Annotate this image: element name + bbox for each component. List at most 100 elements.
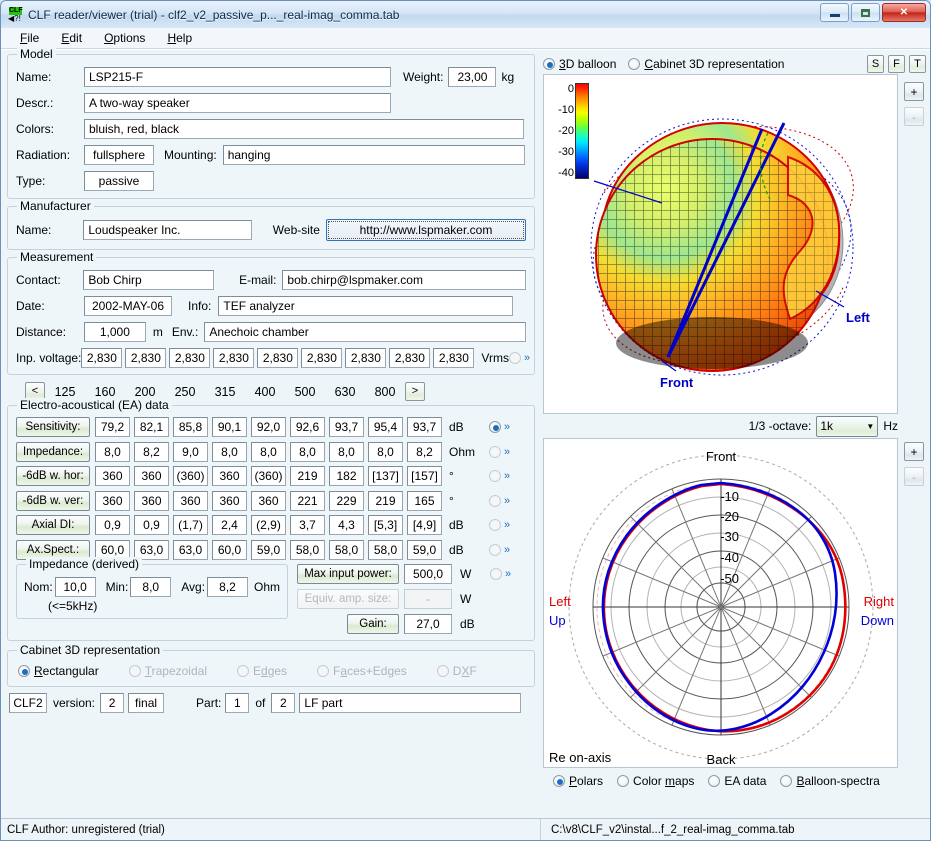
ea-row-radio[interactable] [489, 421, 501, 433]
ea-cell[interactable]: 63,0 [173, 539, 208, 560]
ea-row-button[interactable]: Axial DI: [16, 515, 90, 535]
ea-cell[interactable]: 92,0 [251, 417, 286, 437]
menu-file[interactable]: File [9, 28, 50, 49]
ea-cell[interactable]: 8,0 [95, 441, 130, 462]
model-mounting-input[interactable]: hanging [222, 145, 525, 165]
ea-row-expand-icon[interactable]: » [504, 446, 510, 458]
ea-cell[interactable]: 82,1 [134, 417, 169, 437]
ea-cell[interactable]: 8,2 [407, 441, 442, 462]
balloon-zoom-out-button[interactable]: - [904, 107, 924, 126]
ea-cell[interactable]: 59,0 [251, 539, 286, 560]
bottom-mode-color-maps[interactable]: Color maps [617, 774, 694, 788]
imp-avg-input[interactable]: 8,2 [207, 577, 248, 597]
minimize-button[interactable] [820, 3, 849, 22]
frequency-band[interactable]: 500 [285, 385, 325, 399]
frequency-band[interactable]: 315 [205, 385, 245, 399]
ea-cell[interactable]: 85,8 [173, 417, 208, 437]
ea-cell[interactable]: 182 [329, 466, 364, 486]
frequency-band[interactable]: 125 [45, 385, 85, 399]
ea-cell[interactable]: 0,9 [134, 515, 169, 535]
voltage-cell[interactable]: 2,830 [257, 348, 299, 368]
menu-help[interactable]: Help [156, 28, 203, 49]
gain-button[interactable]: Gain: [347, 614, 399, 634]
voltage-radio[interactable] [508, 352, 521, 364]
ea-row-radio[interactable] [489, 543, 501, 556]
ea-cell[interactable]: (360) [251, 466, 286, 486]
ea-cell[interactable]: 0,9 [95, 515, 130, 535]
polar-zoom-in-button[interactable]: + [904, 442, 924, 461]
octave-select[interactable]: 1k ▼ [816, 415, 879, 437]
ea-cell[interactable]: [137] [368, 466, 403, 486]
meas-env-input[interactable]: Anechoic chamber [204, 322, 526, 342]
balloon-zoom-in-button[interactable]: + [904, 82, 924, 101]
model-name-input[interactable]: LSP215-F [84, 67, 391, 87]
maximize-button[interactable] [851, 3, 880, 22]
ea-cell[interactable]: 79,2 [95, 417, 130, 437]
bottom-mode-dot[interactable] [553, 775, 565, 787]
ea-cell[interactable]: 360 [173, 490, 208, 511]
gain-input[interactable]: 27,0 [404, 614, 452, 634]
ea-cell[interactable]: 360 [212, 466, 247, 486]
mfr-website-link[interactable]: http://www.lspmaker.com [325, 219, 526, 241]
meas-contact-input[interactable]: Bob Chirp [83, 270, 215, 290]
frequency-band[interactable]: 250 [165, 385, 205, 399]
ea-cell[interactable]: 9,0 [173, 441, 208, 462]
ea-cell[interactable]: 360 [134, 466, 169, 486]
voltage-cell[interactable]: 2,830 [389, 348, 431, 368]
meas-info-input[interactable]: TEF analyzer [218, 296, 514, 316]
ea-row-radio[interactable] [489, 519, 501, 531]
ea-row-radio[interactable] [489, 470, 501, 482]
max-input-power-input[interactable]: 500,0 [404, 564, 452, 584]
ea-cell[interactable]: 221 [290, 490, 325, 511]
ea-cell[interactable]: 229 [329, 490, 364, 511]
voltage-expand-icon[interactable]: » [524, 352, 530, 364]
frequency-band[interactable]: 630 [325, 385, 365, 399]
ea-cell[interactable]: 360 [95, 466, 130, 486]
ea-cell[interactable]: (2,9) [251, 515, 286, 535]
frequency-band[interactable]: 400 [245, 385, 285, 399]
ea-cell[interactable]: 59,0 [407, 539, 442, 560]
ea-cell[interactable]: (360) [173, 466, 208, 486]
bottom-mode-balloon-spectra[interactable]: Balloon-spectra [780, 774, 880, 788]
radio-cabinet-3d-dot[interactable] [628, 58, 641, 70]
ea-row-radio[interactable] [489, 494, 501, 507]
bottom-mode-polars[interactable]: Polars [553, 774, 603, 788]
max-input-power-button[interactable]: Max input power: [297, 564, 399, 584]
ea-cell[interactable]: 3,7 [290, 515, 325, 535]
ea-cell[interactable]: 8,0 [329, 441, 364, 462]
frequency-band[interactable]: 160 [85, 385, 125, 399]
close-button[interactable]: ✕ [882, 3, 926, 22]
model-descr-input[interactable]: A two-way speaker [84, 93, 391, 113]
imp-nom-input[interactable]: 10,0 [54, 577, 96, 597]
ea-cell[interactable]: 8,0 [368, 441, 403, 462]
ea-cell[interactable]: 8,0 [212, 441, 247, 462]
view-preset-f[interactable]: F [888, 55, 905, 73]
voltage-cell[interactable]: 2,830 [301, 348, 343, 368]
ea-row-radio[interactable] [489, 445, 501, 458]
bottom-mode-dot[interactable] [780, 775, 793, 787]
ea-cell[interactable]: 360 [212, 490, 247, 511]
ea-cell[interactable]: 8,0 [251, 441, 286, 462]
voltage-cell[interactable]: 2,830 [345, 348, 387, 368]
freq-next-button[interactable]: > [405, 382, 425, 401]
ea-cell[interactable]: 93,7 [407, 417, 442, 437]
bottom-mode-ea-data[interactable]: EA data [708, 774, 766, 788]
ea-row-expand-icon[interactable]: » [504, 495, 510, 507]
ea-cell[interactable]: 92,6 [290, 417, 325, 437]
ea-cell[interactable]: 93,7 [329, 417, 364, 437]
ea-row-button[interactable]: Impedance: [16, 441, 90, 462]
max-input-power-radio[interactable] [490, 568, 502, 580]
imp-min-input[interactable]: 8,0 [130, 577, 172, 597]
ea-cell[interactable]: 58,0 [368, 539, 403, 560]
ea-row-button[interactable]: -6dB w. ver: [16, 490, 90, 511]
radio-3d-balloon[interactable]: 3D balloon [543, 57, 616, 71]
ea-row-expand-icon[interactable]: » [504, 470, 510, 482]
mfr-name-input[interactable]: Loudspeaker Inc. [83, 220, 252, 240]
cabinet-option-rectangular[interactable]: Rectangular [18, 664, 99, 678]
ea-cell[interactable]: (1,7) [173, 515, 208, 535]
radio-cabinet-3d[interactable]: Cabinet 3D representation [628, 57, 784, 71]
voltage-cell[interactable]: 2,830 [81, 348, 123, 368]
ea-cell[interactable]: 360 [95, 490, 130, 511]
ea-cell[interactable]: 90,1 [212, 417, 247, 437]
meas-date-input[interactable]: 2002-MAY-06 [84, 296, 172, 316]
